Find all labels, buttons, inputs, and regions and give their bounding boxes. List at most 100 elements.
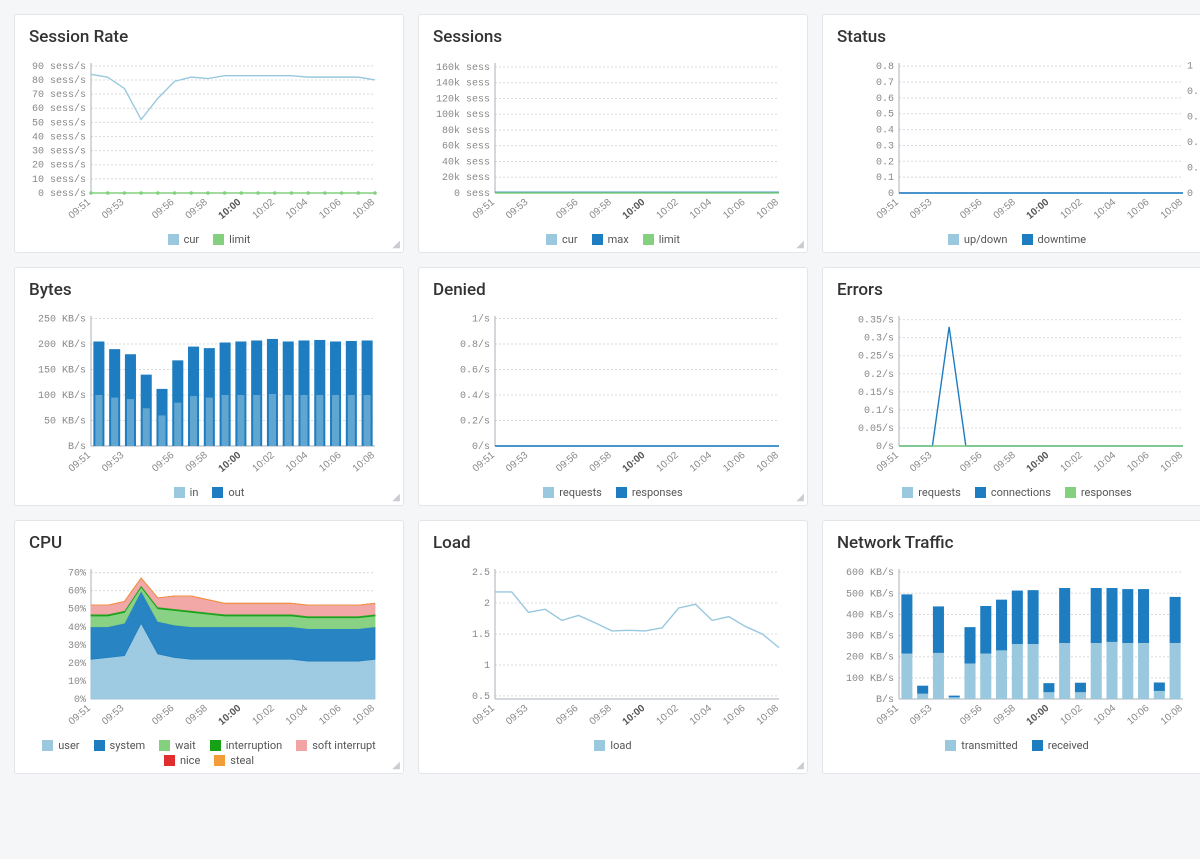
legend-swatch bbox=[213, 234, 224, 245]
legend-swatch bbox=[159, 740, 170, 751]
svg-text:90 sess/s: 90 sess/s bbox=[32, 61, 86, 73]
legend-item[interactable]: out bbox=[212, 486, 244, 499]
svg-text:0.25/s: 0.25/s bbox=[858, 351, 894, 363]
legend-item[interactable]: downtime bbox=[1022, 233, 1087, 246]
chart-bytes[interactable]: B/s50 KB/s100 KB/s150 KB/s200 KB/s250 KB… bbox=[29, 310, 389, 480]
svg-text:100 KB/s: 100 KB/s bbox=[38, 390, 86, 402]
svg-text:10:02: 10:02 bbox=[1058, 197, 1085, 222]
panel-network[interactable]: Network TrafficB/s100 KB/s200 KB/s300 KB… bbox=[822, 520, 1200, 774]
legend-label: requests bbox=[559, 486, 602, 499]
legend-item[interactable]: transmitted bbox=[945, 739, 1017, 752]
legend-item[interactable]: steal bbox=[214, 754, 254, 767]
legend-label: responses bbox=[632, 486, 683, 499]
svg-text:10:00: 10:00 bbox=[217, 703, 244, 728]
resize-handle-icon[interactable]: ◢ bbox=[392, 239, 400, 250]
svg-text:40k sess: 40k sess bbox=[442, 156, 490, 168]
chart-load[interactable]: 0.511.522.509:5109:5309:5609:5810:0010:0… bbox=[433, 563, 793, 733]
legend-swatch bbox=[174, 487, 185, 498]
svg-text:10:04: 10:04 bbox=[284, 450, 311, 475]
legend-label: load bbox=[610, 739, 631, 752]
svg-text:1: 1 bbox=[484, 661, 490, 672]
legend-item[interactable]: cur bbox=[546, 233, 578, 246]
svg-text:10:06: 10:06 bbox=[721, 197, 748, 222]
svg-text:10:02: 10:02 bbox=[1058, 703, 1085, 728]
legend-item[interactable]: received bbox=[1032, 739, 1089, 752]
legend-swatch bbox=[543, 487, 554, 498]
svg-text:10:08: 10:08 bbox=[351, 450, 378, 475]
chart-sessions[interactable]: 0 sess20k sess40k sess60k sess80k sess10… bbox=[433, 57, 793, 227]
panel-cpu[interactable]: CPU 0%10%20%30%40%50%60%70%09:5109:5309:5… bbox=[14, 520, 404, 774]
svg-text:10:02: 10:02 bbox=[250, 450, 277, 475]
legend-item[interactable]: limit bbox=[643, 233, 680, 246]
chart-cpu[interactable]: 0%10%20%30%40%50%60%70%09:5109:5309:5609… bbox=[29, 563, 389, 733]
panel-bytes[interactable]: Bytes B/s50 KB/s100 KB/s150 KB/s200 KB/s2… bbox=[14, 267, 404, 506]
svg-text:0.5: 0.5 bbox=[472, 692, 490, 703]
resize-handle-icon[interactable]: ◢ bbox=[392, 492, 400, 503]
panel-load[interactable]: Load0.511.522.509:5109:5309:5609:5810:00… bbox=[418, 520, 808, 774]
legend-item[interactable]: up/down bbox=[948, 233, 1008, 246]
legend-item[interactable]: nice bbox=[164, 754, 200, 767]
svg-text:10:04: 10:04 bbox=[1092, 197, 1119, 222]
svg-text:10:08: 10:08 bbox=[1159, 703, 1186, 728]
resize-handle-icon[interactable]: ◢ bbox=[796, 492, 804, 503]
resize-handle-icon[interactable]: ◢ bbox=[392, 760, 400, 771]
svg-text:10:00: 10:00 bbox=[1025, 197, 1052, 222]
legend-item[interactable]: cur bbox=[168, 233, 200, 246]
svg-text:0.3: 0.3 bbox=[876, 141, 894, 152]
svg-text:09:53: 09:53 bbox=[100, 197, 127, 222]
panel-title: Bytes bbox=[29, 280, 389, 300]
svg-text:09:53: 09:53 bbox=[100, 450, 127, 475]
svg-text:10:06: 10:06 bbox=[721, 450, 748, 475]
chart-status[interactable]: 00.10.20.30.40.50.60.70.800.20.40.60.810… bbox=[837, 57, 1197, 227]
svg-text:09:53: 09:53 bbox=[504, 197, 531, 222]
chart-errors[interactable]: 0/s0.05/s0.1/s0.15/s0.2/s0.25/s0.3/s0.35… bbox=[837, 310, 1197, 480]
legend-item[interactable]: load bbox=[594, 739, 631, 752]
legend-item[interactable]: wait bbox=[159, 739, 196, 752]
legend-swatch bbox=[616, 487, 627, 498]
svg-text:10:00: 10:00 bbox=[621, 703, 648, 728]
resize-handle-icon[interactable]: ◢ bbox=[796, 760, 804, 771]
chart-sessionRate[interactable]: 0 sess/s10 sess/s20 sess/s30 sess/s40 se… bbox=[29, 57, 389, 227]
resize-handle-icon[interactable]: ◢ bbox=[796, 239, 804, 250]
legend-item[interactable]: in bbox=[174, 486, 199, 499]
svg-text:09:51: 09:51 bbox=[471, 703, 498, 728]
legend-item[interactable]: system bbox=[94, 739, 146, 752]
svg-text:09:51: 09:51 bbox=[875, 197, 902, 222]
panel-sessions[interactable]: Sessions0 sess20k sess40k sess60k sess80… bbox=[418, 14, 808, 253]
panel-title: CPU bbox=[29, 533, 389, 553]
panel-status[interactable]: Status00.10.20.30.40.50.60.70.800.20.40.… bbox=[822, 14, 1200, 253]
svg-text:09:58: 09:58 bbox=[184, 197, 211, 222]
svg-text:10:02: 10:02 bbox=[250, 197, 277, 222]
legend-label: limit bbox=[229, 233, 250, 246]
panel-denied[interactable]: Denied0/s0.2/s0.4/s0.6/s0.8/s1/s09:5109:… bbox=[418, 267, 808, 506]
svg-text:09:53: 09:53 bbox=[908, 197, 935, 222]
svg-text:09:58: 09:58 bbox=[992, 450, 1019, 475]
svg-text:10:06: 10:06 bbox=[317, 197, 344, 222]
chart-denied[interactable]: 0/s0.2/s0.4/s0.6/s0.8/s1/s09:5109:5309:5… bbox=[433, 310, 793, 480]
panel-sessionRate[interactable]: Session Rate0 sess/s10 sess/s20 sess/s30… bbox=[14, 14, 404, 253]
legend-item[interactable]: responses bbox=[1065, 486, 1132, 499]
panel-title: Load bbox=[433, 533, 793, 553]
legend-item[interactable]: connections bbox=[975, 486, 1051, 499]
panel-errors[interactable]: Errors0/s0.05/s0.1/s0.15/s0.2/s0.25/s0.3… bbox=[822, 267, 1200, 506]
legend-item[interactable]: max bbox=[592, 233, 629, 246]
svg-text:10:04: 10:04 bbox=[284, 197, 311, 222]
svg-text:10:06: 10:06 bbox=[1125, 703, 1152, 728]
svg-text:0.15/s: 0.15/s bbox=[858, 387, 894, 399]
svg-text:09:51: 09:51 bbox=[67, 703, 94, 728]
legend-item[interactable]: requests bbox=[902, 486, 961, 499]
svg-text:40 sess/s: 40 sess/s bbox=[32, 131, 86, 143]
svg-text:09:58: 09:58 bbox=[184, 450, 211, 475]
svg-text:20%: 20% bbox=[68, 659, 86, 670]
svg-text:09:51: 09:51 bbox=[67, 450, 94, 475]
chart-network[interactable]: B/s100 KB/s200 KB/s300 KB/s400 KB/s500 K… bbox=[837, 563, 1197, 733]
legend-item[interactable]: responses bbox=[616, 486, 683, 499]
legend-item[interactable]: user bbox=[42, 739, 79, 752]
legend-item[interactable]: limit bbox=[213, 233, 250, 246]
legend: inout bbox=[29, 486, 389, 499]
legend-label: requests bbox=[918, 486, 961, 499]
svg-text:1: 1 bbox=[1187, 62, 1193, 73]
legend-item[interactable]: interruption bbox=[210, 739, 283, 752]
legend-item[interactable]: soft interrupt bbox=[296, 739, 376, 752]
legend-item[interactable]: requests bbox=[543, 486, 602, 499]
